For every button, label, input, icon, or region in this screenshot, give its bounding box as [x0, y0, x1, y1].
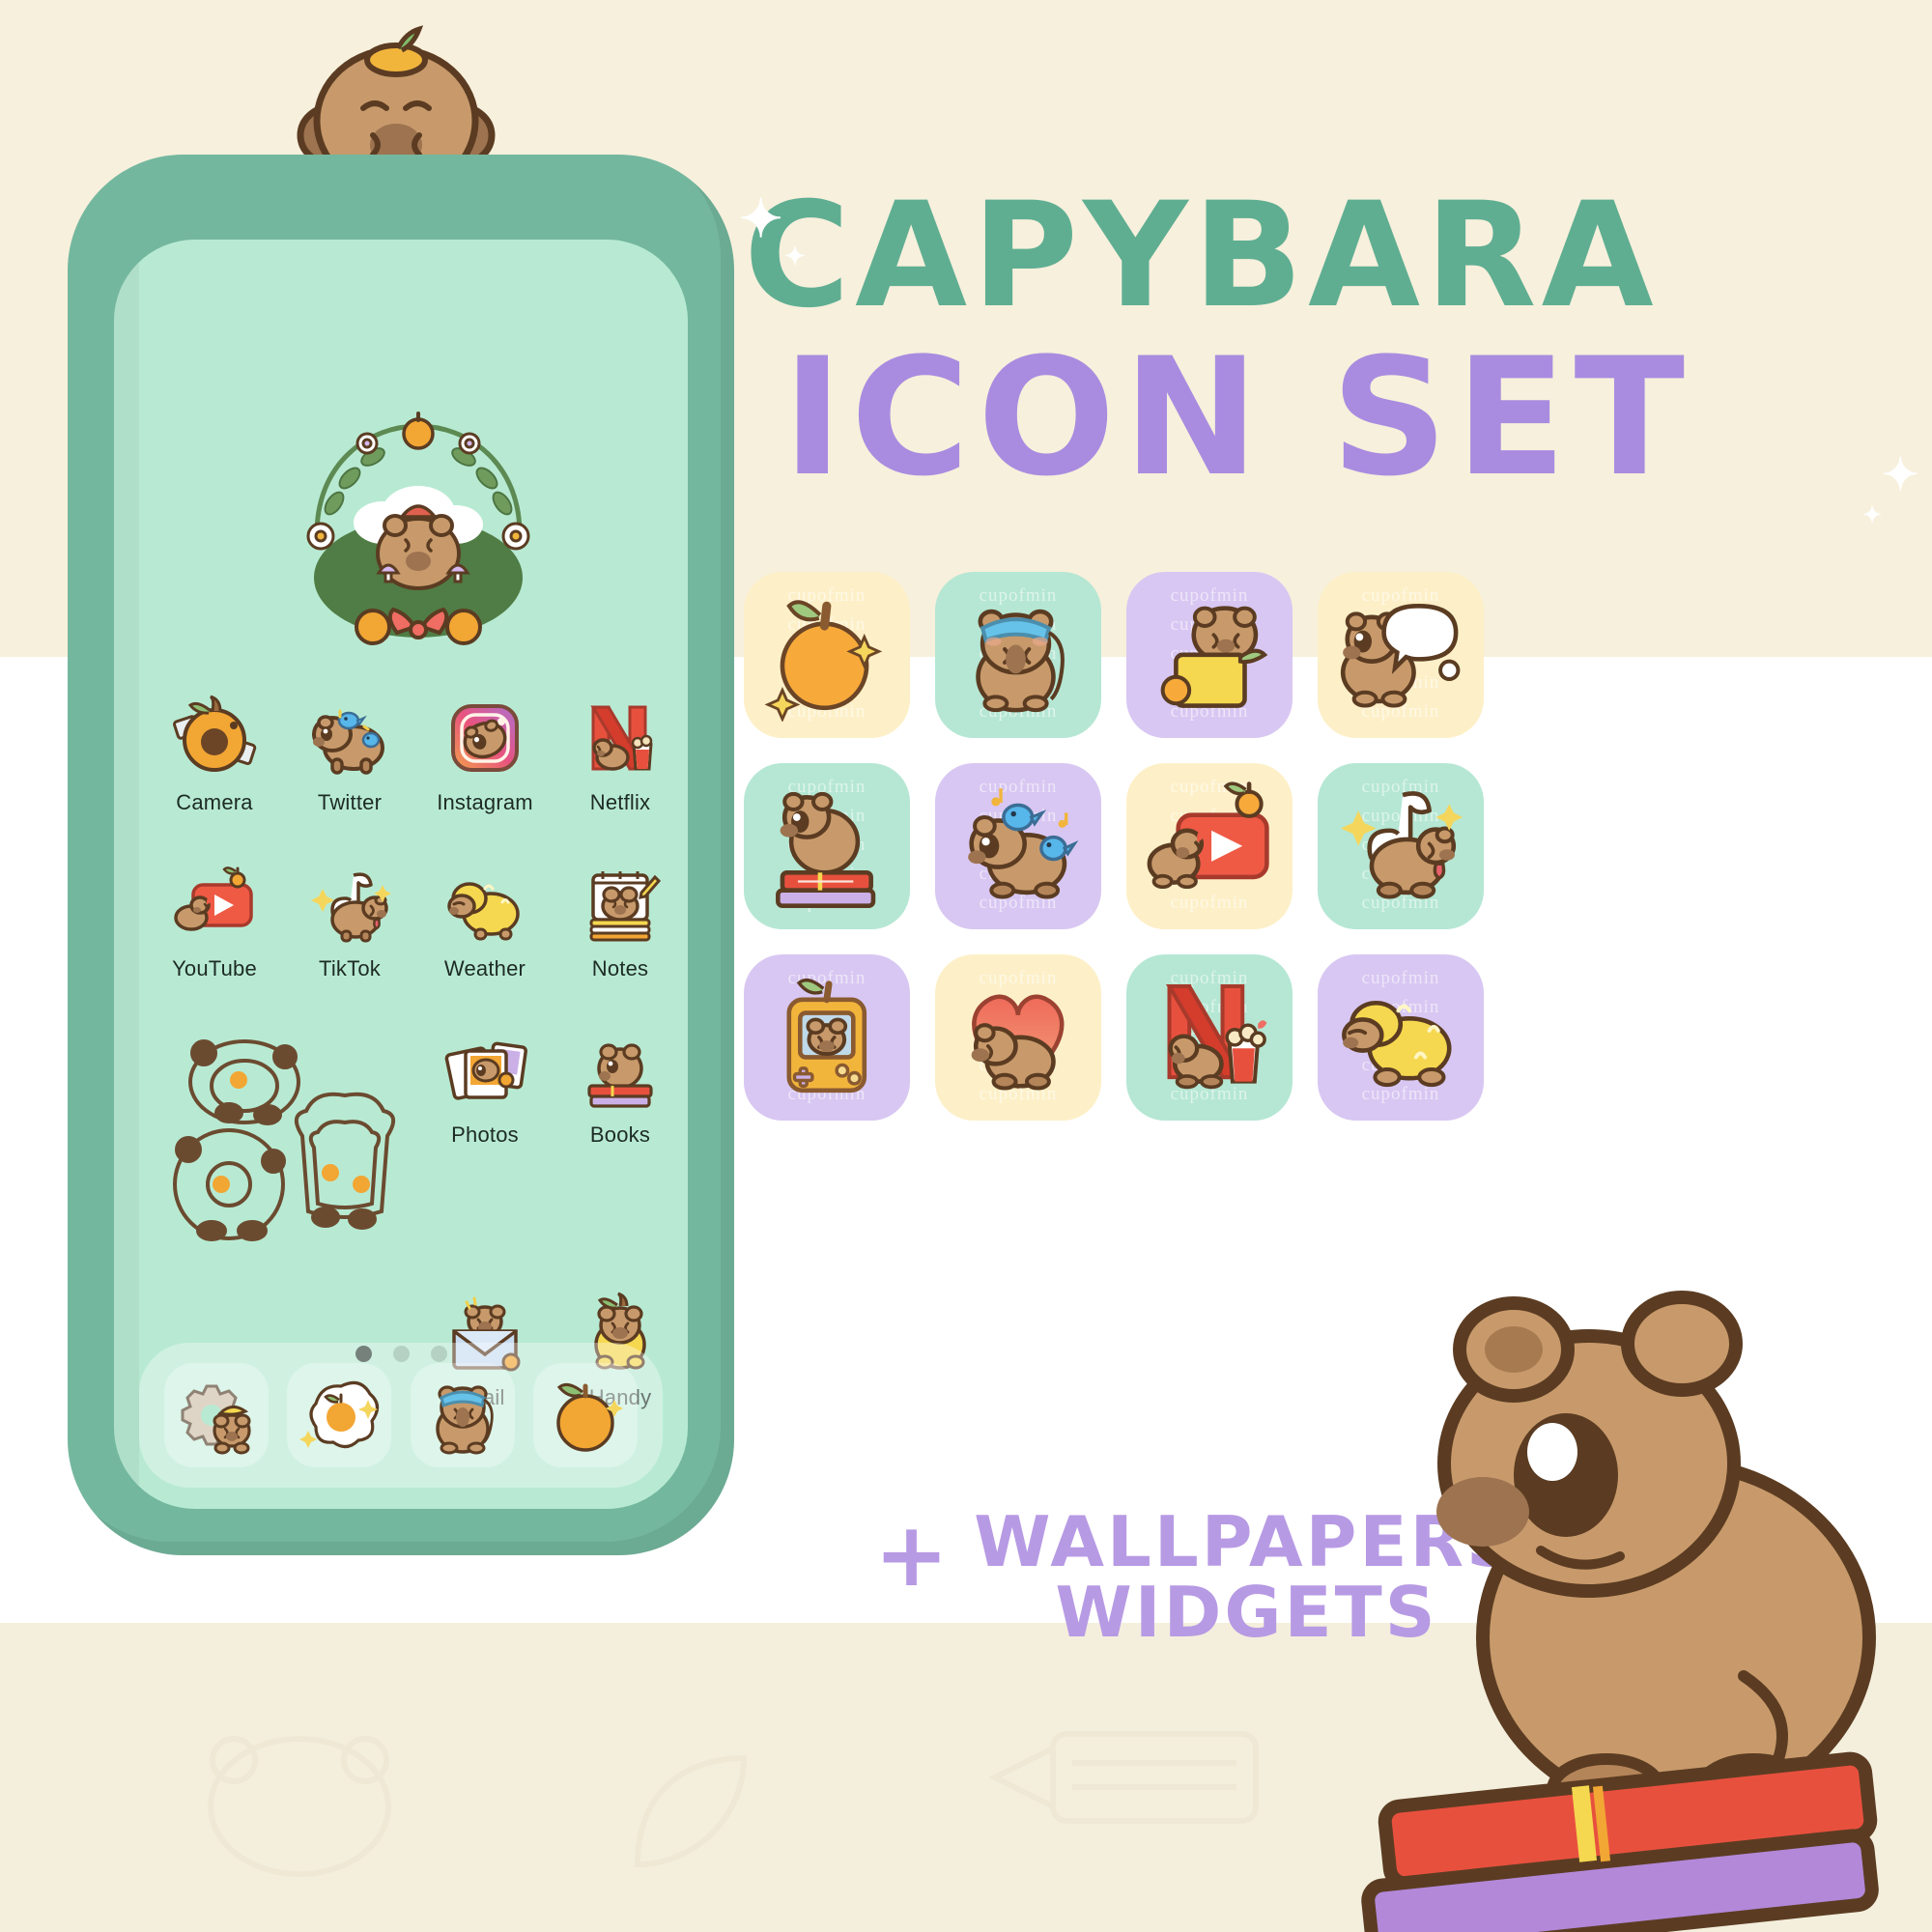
capybara-wreath-wallpaper	[306, 412, 530, 645]
sparkle-icon: ✦	[739, 190, 783, 248]
app-icon-tiktok[interactable]: TikTok	[282, 860, 417, 1005]
showcase-tile-netflix[interactable]: cupofmincupofmincupofmincupofmincupofmin	[1126, 954, 1293, 1121]
orange-fruit-icon	[556, 1382, 624, 1452]
app-label: Weather	[443, 956, 526, 980]
sparkle-icon: ✦	[1862, 502, 1883, 528]
dock-item-egg[interactable]	[287, 1363, 392, 1467]
settings-gear-capybara-icon	[181, 1384, 251, 1455]
app-icon-notes[interactable]: Notes	[553, 860, 688, 1005]
app-icon-food-doodles	[147, 1026, 417, 1267]
app-label: Notes	[591, 956, 649, 980]
notes-notepad-capybara-icon	[576, 860, 665, 949]
app-icon-netflix[interactable]: Netflix	[553, 694, 688, 838]
capybara-bluebirds-music-icon	[968, 788, 1079, 899]
app-grid: Camera Twitter Instagram Netflix YouTube…	[147, 694, 688, 1434]
app-label: Instagram	[437, 790, 533, 814]
showcase-tile-gameboy[interactable]: cupofmincupofmincupofmincupofmincupofmin	[744, 954, 910, 1121]
dock-item-sleeping-capybara[interactable]	[410, 1363, 515, 1467]
tiktok-capybara-icon	[1341, 791, 1463, 899]
app-label: Twitter	[317, 790, 383, 814]
netflix-capybara-popcorn-icon	[1166, 984, 1267, 1090]
app-label: TikTok	[319, 956, 381, 980]
showcase-tile-orange[interactable]: cupofmincupofmincupofmincupofmincupofmin	[744, 572, 910, 738]
weather-raincoat-capybara-icon	[440, 860, 529, 949]
app-icon-twitter[interactable]: Twitter	[282, 694, 417, 838]
sparkle-icon: ✦	[1882, 449, 1919, 499]
app-label: Photos	[451, 1122, 519, 1147]
app-label: Netflix	[589, 790, 651, 814]
orange-fruit-star-icon	[764, 600, 883, 722]
big-capybara-on-books-icon	[1361, 1291, 1879, 1932]
showcase-tile-books-capybara[interactable]: cupofmincupofmincupofmincupofmincupofmin	[744, 763, 910, 929]
app-icon-camera[interactable]: Camera	[147, 694, 282, 838]
books-stack-capybara-icon	[576, 1026, 665, 1115]
instagram-gradient-capybara-icon	[440, 694, 529, 782]
sparkle-icon: ✦	[784, 242, 806, 270]
sleeping-capybara-eyemask-icon	[436, 1385, 494, 1455]
app-label: Books	[589, 1122, 651, 1147]
youtube-play-capybara-icon	[170, 860, 259, 949]
tiktok-note-capybara-icon	[305, 860, 394, 949]
netflix-n-popcorn-capybara-icon	[576, 694, 665, 782]
headline-line-1: CAPYBARA	[744, 172, 1659, 340]
heart-capybara-icon	[971, 994, 1065, 1091]
capybara-speech-bubble-icon	[1341, 604, 1461, 708]
app-icon-photos[interactable]: Photos	[417, 1026, 553, 1171]
capybara-yellow-note-icon	[1160, 606, 1268, 709]
showcase-tile-bluebirds-capybara[interactable]: cupofmincupofmincupofmincupofmincupofmin	[935, 763, 1101, 929]
app-label: YouTube	[172, 956, 257, 980]
capybara-on-books-icon	[776, 792, 876, 909]
dock-item-settings[interactable]	[163, 1363, 269, 1467]
showcase-tile-heart[interactable]: cupofmincupofmincupofmincupofmincupofmin	[935, 954, 1101, 1121]
capybara-bluebird-icon	[305, 694, 394, 782]
gameboy-capybara-icon	[786, 979, 867, 1094]
capybara-eyemask-sleeping-icon	[976, 609, 1065, 713]
showcase-tile-note-capybara[interactable]: cupofmincupofmincupofmincupofmincupofmin	[1126, 572, 1293, 738]
phone-screen[interactable]: Camera Twitter Instagram Netflix YouTube…	[114, 240, 688, 1509]
phone-mockup: Camera Twitter Instagram Netflix YouTube…	[68, 25, 734, 1555]
showcase-tile-speech-capybara[interactable]: cupofmincupofmincupofmincupofmincupofmin	[1318, 572, 1484, 738]
app-icon-instagram[interactable]: Instagram	[417, 694, 553, 838]
ghost-leaf-doodle	[634, 1754, 748, 1868]
raincoat-capybara-icon	[1342, 1001, 1452, 1088]
showcase-tile-tiktok[interactable]: cupofmincupofmincupofmincupofmincupofmin	[1318, 763, 1484, 929]
headline-line-2: ICON SET	[782, 323, 1693, 512]
dock-item-orange[interactable]	[533, 1363, 639, 1467]
screen-edge-shade	[114, 240, 139, 1509]
app-icon-youtube[interactable]: YouTube	[147, 860, 282, 1005]
app-icon-weather[interactable]: Weather	[417, 860, 553, 1005]
showcase-tile-youtube[interactable]: cupofmincupofmincupofmincupofmincupofmin	[1126, 763, 1293, 929]
dock	[139, 1343, 663, 1488]
camera-orange-capybara-icon	[170, 694, 259, 782]
showcase-tile-sleeping-capybara[interactable]: cupofmincupofmincupofmincupofmincupofmin	[935, 572, 1101, 738]
ghost-pencil-doodle	[988, 1731, 1259, 1824]
plus-sign: +	[874, 1503, 950, 1606]
fried-egg-orange-icon	[299, 1380, 380, 1449]
app-label: Camera	[176, 790, 253, 814]
ghost-capybara-doodle	[208, 1736, 391, 1877]
photos-polaroid-capybara-icon	[440, 1026, 529, 1115]
app-icon-books[interactable]: Books	[553, 1026, 688, 1171]
headline: ✦ ✦ CAPYBARA ICON SET ✦ ✦	[739, 172, 1919, 527]
croissant-toast-capybara-doodles	[161, 1032, 403, 1254]
youtube-capybara-icon	[1147, 781, 1269, 890]
icon-showcase-grid: cupofmin cupofmin cupofmin cupofmin cupofmin…	[744, 572, 1484, 1121]
showcase-tile-raincoat[interactable]: cupofmincupofmincupofmincupofmincupofmin	[1318, 954, 1484, 1121]
